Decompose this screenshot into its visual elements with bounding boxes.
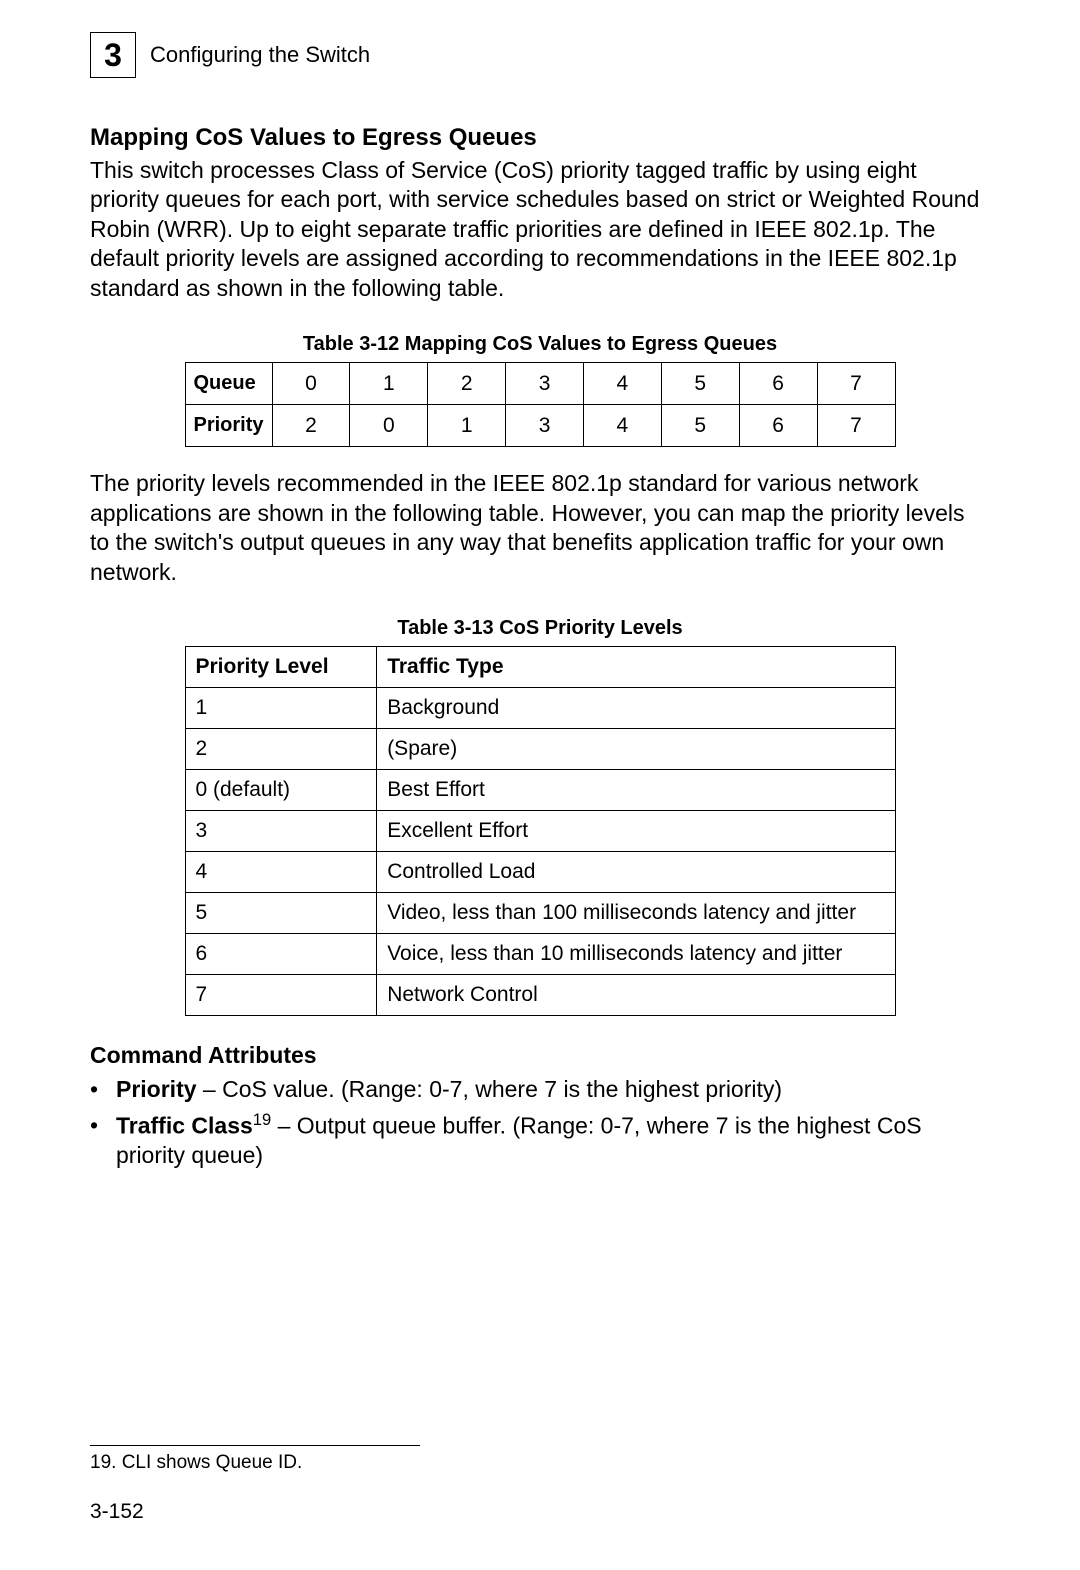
cell: 6 bbox=[739, 363, 817, 405]
cell: 1 bbox=[428, 405, 506, 447]
col-header-priority-level: Priority Level bbox=[185, 646, 377, 687]
cell: Video, less than 100 milliseconds latenc… bbox=[377, 892, 895, 933]
term-traffic-class: Traffic Class bbox=[116, 1112, 253, 1138]
table-row: 4Controlled Load bbox=[185, 851, 895, 892]
table-row: 0 (default)Best Effort bbox=[185, 769, 895, 810]
term-text: – CoS value. (Range: 0-7, where 7 is the… bbox=[197, 1076, 783, 1102]
col-header-traffic-type: Traffic Type bbox=[377, 646, 895, 687]
row-label-priority: Priority bbox=[185, 405, 272, 447]
footnote-text: CLI shows Queue ID. bbox=[116, 1452, 302, 1473]
table-cos-priority-levels: Priority Level Traffic Type 1Background … bbox=[185, 646, 896, 1016]
footnote-marker: 19. bbox=[90, 1452, 116, 1473]
cell: 2 bbox=[428, 363, 506, 405]
list-item: • Traffic Class19 – Output queue buffer.… bbox=[90, 1109, 990, 1171]
cell: 4 bbox=[185, 851, 377, 892]
cell: 6 bbox=[739, 405, 817, 447]
table-3-12-caption: Table 3-12 Mapping CoS Values to Egress … bbox=[90, 333, 990, 356]
cell: 0 bbox=[272, 363, 350, 405]
cell: 5 bbox=[185, 892, 377, 933]
cell: 5 bbox=[661, 405, 739, 447]
term-priority: Priority bbox=[116, 1076, 197, 1102]
cell: 7 bbox=[817, 363, 895, 405]
cell: 7 bbox=[185, 974, 377, 1015]
table-row: Priority 2 0 1 3 4 5 6 7 bbox=[185, 405, 895, 447]
table-row: 1Background bbox=[185, 687, 895, 728]
footnote-ref: 19 bbox=[253, 1110, 271, 1129]
cell: (Spare) bbox=[377, 728, 895, 769]
list-item: • Priority – CoS value. (Range: 0-7, whe… bbox=[90, 1075, 990, 1105]
page-number: 3-152 bbox=[90, 1500, 990, 1524]
cell: 0 bbox=[350, 405, 428, 447]
row-label-queue: Queue bbox=[185, 363, 272, 405]
table-row: 2(Spare) bbox=[185, 728, 895, 769]
cell: Best Effort bbox=[377, 769, 895, 810]
cell: 1 bbox=[185, 687, 377, 728]
cell: 4 bbox=[583, 405, 661, 447]
table-row: 5Video, less than 100 milliseconds laten… bbox=[185, 892, 895, 933]
footnote-rule bbox=[90, 1445, 420, 1446]
section-intro: This switch processes Class of Service (… bbox=[90, 156, 990, 303]
cell: 3 bbox=[506, 363, 584, 405]
chapter-title: Configuring the Switch bbox=[150, 42, 370, 68]
cell: Controlled Load bbox=[377, 851, 895, 892]
cell: Network Control bbox=[377, 974, 895, 1015]
chapter-header: 3 Configuring the Switch bbox=[90, 32, 990, 78]
cell: 5 bbox=[661, 363, 739, 405]
table-row: Queue 0 1 2 3 4 5 6 7 bbox=[185, 363, 895, 405]
cell: Background bbox=[377, 687, 895, 728]
table-3-13-caption: Table 3-13 CoS Priority Levels bbox=[90, 617, 990, 640]
bullet-icon: • bbox=[90, 1111, 116, 1141]
cell: 3 bbox=[506, 405, 584, 447]
section-heading: Mapping CoS Values to Egress Queues bbox=[90, 124, 990, 152]
bullet-icon: • bbox=[90, 1075, 116, 1105]
cell: Excellent Effort bbox=[377, 810, 895, 851]
cell: 4 bbox=[583, 363, 661, 405]
cell: 7 bbox=[817, 405, 895, 447]
mid-paragraph: The priority levels recommended in the I… bbox=[90, 469, 990, 587]
page-footer: 19. CLI shows Queue ID. 3-152 bbox=[90, 1437, 990, 1524]
command-attributes-heading: Command Attributes bbox=[90, 1042, 990, 1069]
chapter-number-icon: 3 bbox=[90, 32, 136, 78]
cell: Voice, less than 10 milliseconds latency… bbox=[377, 933, 895, 974]
table-header-row: Priority Level Traffic Type bbox=[185, 646, 895, 687]
cell: 0 (default) bbox=[185, 769, 377, 810]
cell: 1 bbox=[350, 363, 428, 405]
document-page: 3 Configuring the Switch Mapping CoS Val… bbox=[0, 0, 1080, 1570]
cell: 6 bbox=[185, 933, 377, 974]
cell: 3 bbox=[185, 810, 377, 851]
table-row: 3Excellent Effort bbox=[185, 810, 895, 851]
footnote: 19. CLI shows Queue ID. bbox=[90, 1452, 990, 1474]
table-mapping-cos-to-queues: Queue 0 1 2 3 4 5 6 7 Priority 2 0 1 3 4… bbox=[185, 362, 896, 447]
cell: 2 bbox=[272, 405, 350, 447]
command-attributes-list: • Priority – CoS value. (Range: 0-7, whe… bbox=[90, 1075, 990, 1171]
table-row: 6Voice, less than 10 milliseconds latenc… bbox=[185, 933, 895, 974]
table-row: 7Network Control bbox=[185, 974, 895, 1015]
cell: 2 bbox=[185, 728, 377, 769]
